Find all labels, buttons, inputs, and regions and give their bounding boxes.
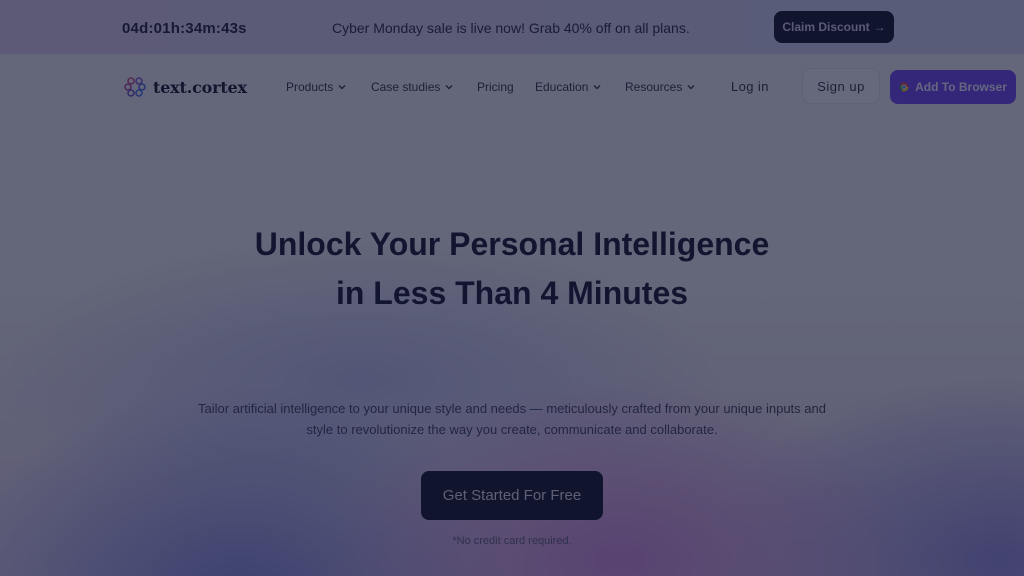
modal-backdrop-overlay[interactable] [0, 0, 1024, 576]
